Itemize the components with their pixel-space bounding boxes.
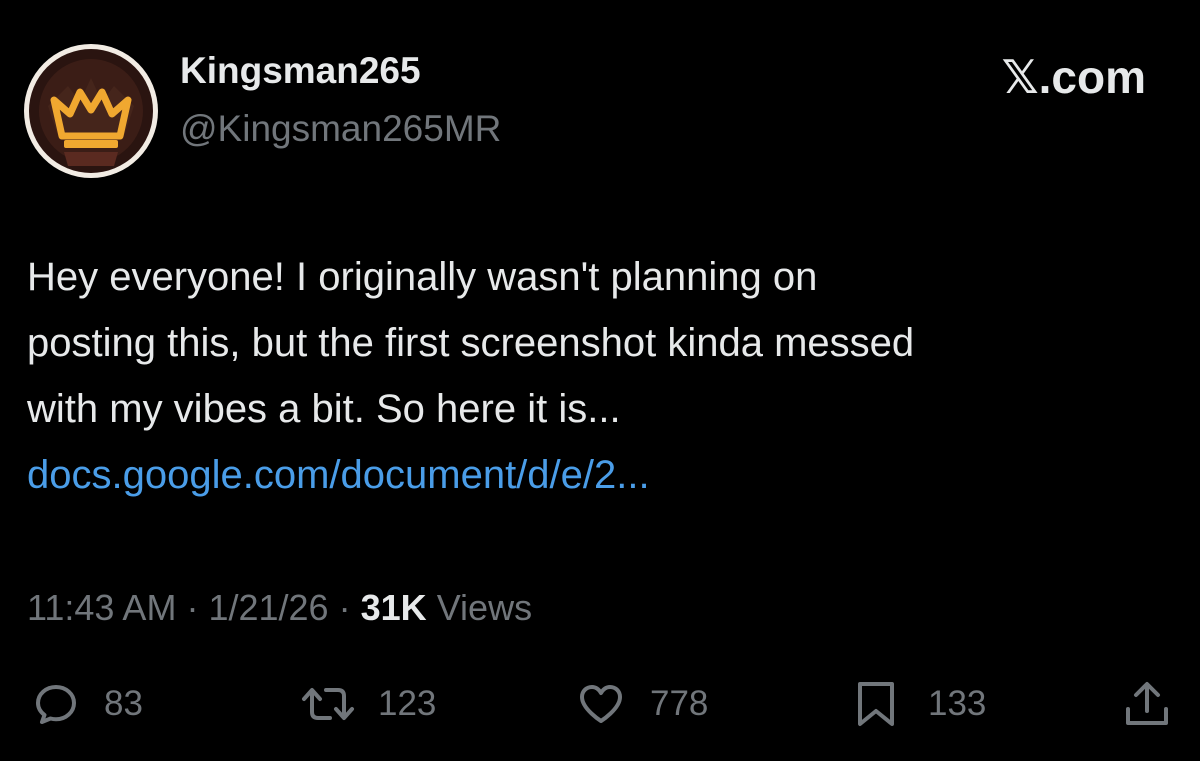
share-icon (1126, 682, 1168, 725)
like-count: 778 (650, 684, 709, 723)
tweet-time[interactable]: 11:43 AM (27, 587, 176, 628)
reply-button[interactable]: 83 (34, 674, 143, 734)
crown-icon (29, 49, 153, 173)
bookmark-count: 133 (928, 684, 987, 723)
action-bar: 83 123 778 133 (0, 674, 1200, 734)
bookmark-icon (858, 682, 894, 726)
avatar[interactable] (24, 44, 158, 178)
repost-icon (302, 688, 354, 720)
repost-button[interactable]: 123 (300, 674, 436, 734)
tweet-text-line: posting this, but the first screenshot k… (27, 321, 915, 365)
reply-count: 83 (104, 684, 143, 723)
views-label: Views (436, 587, 533, 628)
meta-separator: · (186, 587, 199, 628)
brand-logo: 𝕏.com (1001, 51, 1146, 103)
tweet-meta: 11:43 AM · 1/21/26 · 31K Views (27, 587, 532, 629)
repost-count: 123 (378, 684, 437, 723)
author-handle[interactable]: @Kingsman265MR (180, 108, 501, 150)
like-button[interactable]: 778 (578, 674, 708, 734)
tweet-text: Hey everyone! I originally wasn't planni… (27, 244, 1177, 508)
reply-icon (36, 685, 76, 724)
views-count: 31K (360, 587, 427, 628)
tweet-date[interactable]: 1/21/26 (208, 587, 328, 628)
share-button[interactable] (1122, 674, 1172, 734)
tweet-text-line: Hey everyone! I originally wasn't planni… (27, 255, 818, 299)
heart-icon (580, 685, 622, 723)
meta-separator: · (338, 587, 351, 628)
tweet-link[interactable]: docs.google.com/document/d/e/2... (27, 442, 1177, 508)
tweet-card: Kingsman265 @Kingsman265MR 𝕏.com Hey eve… (0, 0, 1200, 761)
author-display-name[interactable]: Kingsman265 (180, 50, 421, 92)
bookmark-button[interactable]: 133 (856, 674, 986, 734)
tweet-text-line: with my vibes a bit. So here it is... (27, 387, 621, 431)
